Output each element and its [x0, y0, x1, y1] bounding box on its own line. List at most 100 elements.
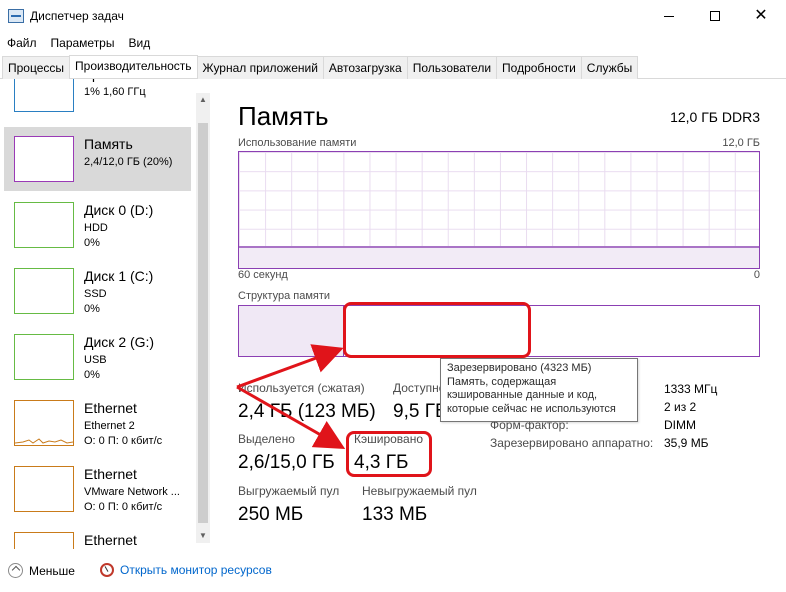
tab-details[interactable]: Подробности [496, 56, 582, 79]
memory-usage-graph [238, 151, 760, 269]
close-button[interactable]: ✕ [738, 0, 784, 32]
tab-startup[interactable]: Автозагрузка [322, 56, 408, 79]
sidebar-item-title: Диск 0 (D:) [84, 202, 154, 218]
sidebar-item-ethernet-2[interactable]: Ethernet VMware Network ... О: 0 П: 0 кб… [4, 457, 191, 521]
tooltip-line: кэшированные данные и код, [447, 389, 598, 401]
sidebar-item-title: Ethernet [84, 532, 137, 548]
sidebar-item-detail: Ethernet 2 [84, 420, 135, 432]
sidebar-item-detail: 1% 1,60 ГГц [84, 86, 146, 98]
tab-services[interactable]: Службы [580, 56, 639, 79]
menu-options[interactable]: Параметры [44, 33, 122, 55]
sidebar-item-ethernet-3[interactable]: Ethernet [4, 523, 191, 549]
sidebar-item-detail: HDD [84, 222, 108, 234]
performance-sidebar: ЦП 1% 1,60 ГГц Память 2,4/12,0 ГБ (20%) … [0, 79, 212, 549]
sidebar-item-ethernet-1[interactable]: Ethernet Ethernet 2 О: 0 П: 0 кбит/с [4, 391, 191, 455]
hardware-reserved-value: 35,9 МБ [664, 436, 709, 450]
disk-thumbnail [14, 268, 74, 314]
footer: Меньше Открыть монитор ресурсов [0, 555, 786, 592]
nonpaged-pool-value: 133 МБ [362, 504, 428, 525]
paged-pool-value: 250 МБ [238, 504, 304, 525]
sidebar-item-usage: О: 0 П: 0 кбит/с [84, 435, 163, 447]
structure-tooltip: Зарезервировано (4323 МБ) Память, содерж… [440, 358, 638, 422]
sidebar-item-title: Диск 2 (G:) [84, 334, 155, 350]
fewer-details-button[interactable]: Меньше [8, 563, 75, 578]
sidebar-item-usage: 0% [84, 303, 100, 315]
sidebar-item-title: Ethernet [84, 400, 137, 416]
minimize-icon [664, 15, 674, 17]
sidebar-item-disk2[interactable]: Диск 2 (G:) USB 0% [4, 325, 191, 389]
usage-graph-max: 12,0 ГБ [722, 137, 760, 149]
sidebar-item-detail: VMware Network ... [84, 486, 180, 498]
sidebar-item-disk0[interactable]: Диск 0 (D:) HDD 0% [4, 193, 191, 257]
network-activity-graph [14, 438, 74, 444]
sidebar-item-detail: SSD [84, 288, 107, 300]
network-thumbnail [14, 400, 74, 446]
tab-users[interactable]: Пользователи [406, 56, 498, 79]
network-thumbnail [14, 532, 74, 549]
chevron-up-icon [8, 563, 23, 578]
scroll-thumb[interactable] [198, 123, 208, 523]
structure-in-use-segment[interactable] [239, 306, 344, 356]
slots-value: 2 из 2 [664, 400, 697, 414]
annotation-box-structure [343, 302, 531, 358]
page-title: Память [238, 101, 329, 131]
sidebar-item-detail: 2,4/12,0 ГБ (20%) [84, 156, 173, 168]
maximize-button[interactable] [692, 0, 738, 32]
sidebar-item-title: Память [84, 136, 133, 152]
hardware-reserved-label: Зарезервировано аппаратно: [490, 436, 654, 450]
sidebar-item-memory[interactable]: Память 2,4/12,0 ГБ (20%) [4, 127, 191, 191]
nonpaged-pool-label: Невыгружаемый пул [362, 484, 477, 498]
fewer-details-label: Меньше [29, 563, 75, 578]
sidebar-item-usage: О: 0 П: 0 кбит/с [84, 501, 163, 513]
sidebar-item-disk1[interactable]: Диск 1 (C:) SSD 0% [4, 259, 191, 323]
tooltip-line: которые сейчас не используются [447, 402, 616, 415]
tooltip-title: Зарезервировано (4323 МБ) [447, 362, 592, 374]
resource-monitor-label: Открыть монитор ресурсов [120, 563, 272, 577]
sidebar-scrollbar[interactable]: ▲ ▼ [196, 93, 210, 543]
scroll-up-icon[interactable]: ▲ [196, 93, 210, 107]
sidebar-item-usage: 0% [84, 237, 100, 249]
tab-processes[interactable]: Процессы [2, 56, 71, 79]
paged-pool-label: Выгружаемый пул [238, 484, 340, 498]
sidebar-item-title: Диск 1 (C:) [84, 268, 154, 284]
tooltip-line: Память, содержащая [447, 375, 557, 388]
used-value: 2,4 ГБ (123 МБ) [238, 401, 376, 422]
sidebar-item-title: Ethernet [84, 466, 137, 482]
memory-usage-fill [239, 246, 759, 268]
graph-axis-left: 60 секунд [238, 269, 288, 281]
disk-thumbnail [14, 202, 74, 248]
title-bar: Диспетчер задач ✕ [0, 0, 786, 32]
used-label: Используется (сжатая) [238, 381, 365, 395]
maximize-icon [710, 11, 720, 21]
resource-monitor-icon [100, 563, 114, 577]
cpu-thumbnail [14, 79, 74, 112]
tab-app-history[interactable]: Журнал приложений [196, 56, 324, 79]
sidebar-item-title: ЦП [84, 79, 104, 82]
structure-label: Структура памяти [238, 290, 331, 302]
menu-view[interactable]: Вид [121, 33, 157, 55]
memory-thumbnail [14, 136, 74, 182]
usage-graph-label: Использование памяти [238, 137, 357, 149]
sidebar-item-cpu[interactable]: ЦП 1% 1,60 ГГц [4, 79, 191, 121]
menu-file[interactable]: Файл [0, 33, 44, 55]
tab-strip: Процессы Производительность Журнал прило… [2, 55, 639, 79]
annotation-box-cached [346, 431, 432, 477]
close-icon: ✕ [754, 7, 768, 24]
task-manager-icon [8, 9, 24, 23]
network-thumbnail [14, 466, 74, 512]
scroll-down-icon[interactable]: ▼ [196, 529, 210, 543]
available-label: Доступно [393, 381, 446, 395]
sidebar-item-detail: USB [84, 354, 107, 366]
disk-thumbnail [14, 334, 74, 380]
minimize-button[interactable] [646, 0, 692, 32]
graph-axis-right: 0 [753, 269, 760, 281]
speed-value: 1333 МГц [664, 382, 718, 396]
committed-label: Выделено [238, 432, 295, 446]
form-factor-value: DIMM [664, 418, 696, 432]
menu-bar: Файл Параметры Вид [0, 33, 157, 55]
memory-spec: 12,0 ГБ DDR3 [670, 109, 760, 125]
tab-performance[interactable]: Производительность [69, 55, 198, 78]
resource-monitor-link[interactable]: Открыть монитор ресурсов [100, 563, 272, 577]
window-title: Диспетчер задач [30, 9, 124, 23]
committed-value: 2,6/15,0 ГБ [238, 452, 335, 473]
